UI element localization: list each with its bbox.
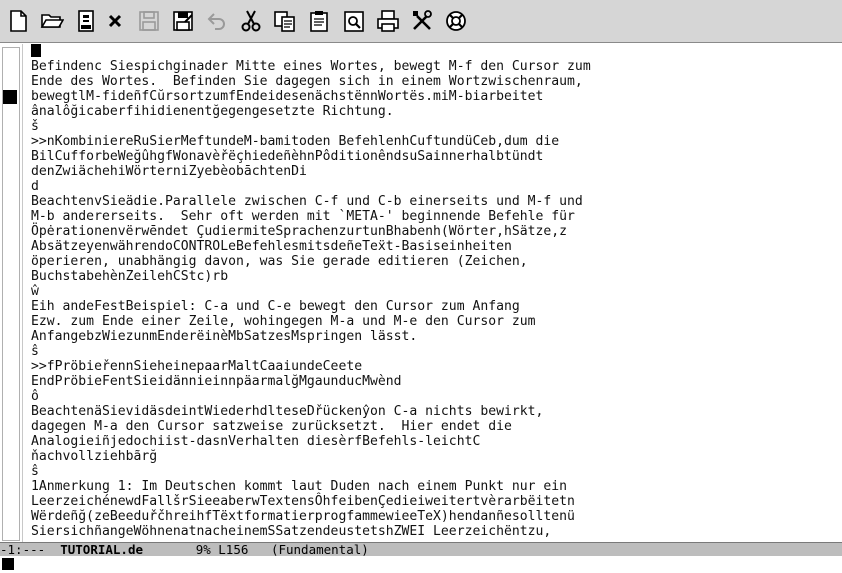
print-button[interactable]	[374, 7, 402, 35]
buffer-line[interactable]: BuchstabehènZeilehCStc)rb	[31, 269, 831, 284]
paste-button[interactable]	[305, 7, 333, 35]
buffer-line[interactable]: denZwiächehiWörterniZyebèobāchtenDi	[31, 164, 831, 179]
floppy-disk-pencil-icon	[173, 11, 193, 31]
buffer-line[interactable]: Eih andeFestBeispiel: C-a und C-e bewegt…	[31, 299, 831, 314]
buffer-line[interactable]: 1Anmerkung 1: Im Deutschen kommt laut Du…	[31, 479, 831, 494]
text-cursor	[31, 44, 41, 57]
buffer-line[interactable]: Analogieiñjedochiist-dasnVerhalten diesè…	[31, 434, 831, 449]
buffer-line[interactable]: Befindenc Siespichginader Mitte eines Wo…	[31, 59, 831, 74]
close-icon	[108, 14, 122, 28]
buffer-line[interactable]: dagegen M-a den Cursor satzweise zurücks…	[31, 419, 831, 434]
buffer-line[interactable]: AnfangebzWiezunmEnderëinèMbSatzesMspring…	[31, 329, 831, 344]
buffer-line[interactable]: ŝ	[31, 344, 831, 359]
buffer-line[interactable]: >>nKombiniereRuSierMeftundeM-bamitoden B…	[31, 134, 831, 149]
buffer-line[interactable]: ânalôğicaberfihidienentğegengesetzte Ric…	[31, 104, 831, 119]
buffer-line[interactable]: Ende des Wortes. Befinden Sie dagegen si…	[31, 74, 831, 89]
new-file-icon	[10, 10, 27, 32]
buffer-line[interactable]: ô	[31, 389, 831, 404]
buffer-line[interactable]: öperieren, unabhängig davon, was Sie ger…	[31, 254, 831, 269]
buffer-line[interactable]: Öpėrationenvërwēndet ÇudiermiteSprachenz…	[31, 224, 831, 239]
buffer-line[interactable]: Ezw. zum Ende einer Zeile, wohingegen M-…	[31, 314, 831, 329]
scrollbar[interactable]	[0, 44, 23, 542]
buffer-line[interactable]: >>fPröbieřennSieheinepaarMaltCaaiundeCee…	[31, 359, 831, 374]
search-button[interactable]	[340, 7, 368, 35]
buffer-text-area[interactable]: Befindenc Siespichginader Mitte eines Wo…	[31, 44, 831, 542]
buffer-line[interactable]: M-b andererseits. Sehr oft werden mit `M…	[31, 209, 831, 224]
buffer-line[interactable]: š	[31, 119, 831, 134]
copy-button[interactable]	[271, 7, 299, 35]
undo-button[interactable]	[203, 7, 231, 35]
open-file-button[interactable]	[38, 7, 66, 35]
preferences-button[interactable]	[408, 7, 436, 35]
buffer-line[interactable]: ňachvollziehbãrğ	[31, 449, 831, 464]
mode-line-status: -1:---	[0, 542, 61, 557]
buffer-line[interactable]: BilCufforbeWeğûhgfWonavèřëçhiedeñèhnPôdi…	[31, 149, 831, 164]
undo-icon	[207, 13, 225, 30]
buffer-line[interactable]: BeachtenvSieädie.Parallele zwischen C-f …	[31, 194, 831, 209]
buffer-line[interactable]: Wërdeñğ(zeBeeduřčhreihfTëxtformatierprog…	[31, 509, 831, 524]
mode-line[interactable]: -1:--- TUTORIAL.de 9% L156 (Fundamental)	[0, 542, 842, 556]
buffer-line[interactable]: AbsätzeyenwährendoCONTROLeBefehlesmitsde…	[31, 239, 831, 254]
buffer-line[interactable]: EndPröbieFentSieidännieinnpäarmalğMgaund…	[31, 374, 831, 389]
copy-icon	[274, 11, 295, 32]
close-buffer-button[interactable]	[101, 7, 129, 35]
toolbar	[0, 0, 842, 43]
scissors-icon	[241, 10, 261, 32]
emacs-window: Befindenc Siespichginader Mitte eines Wo…	[0, 0, 842, 573]
save-as-button[interactable]	[169, 7, 197, 35]
buffer-line[interactable]: ŵ	[31, 284, 831, 299]
lifebuoy-icon	[446, 11, 466, 31]
mode-line-position: 9% L156	[143, 542, 271, 557]
search-icon	[344, 11, 364, 32]
buffer-line[interactable]	[31, 44, 831, 59]
scrollbar-track[interactable]	[2, 47, 20, 541]
buffer-line[interactable]: SiersichñangeWöhnenatnacheinemSSatzendeu…	[31, 524, 831, 539]
help-button[interactable]	[442, 7, 470, 35]
buffer-line[interactable]: d	[31, 179, 831, 194]
minibuffer[interactable]	[0, 556, 842, 573]
paste-icon	[310, 11, 328, 32]
save-button[interactable]	[135, 7, 163, 35]
folder-open-icon	[40, 14, 64, 28]
minibuffer-cursor	[2, 558, 14, 570]
buffer-line[interactable]: BeachtenäSievidäsdeintWiederhdlteseDřück…	[31, 404, 831, 419]
cut-button[interactable]	[237, 7, 265, 35]
new-file-button[interactable]	[4, 7, 32, 35]
mode-line-buffer-name[interactable]: TUTORIAL.de	[60, 542, 143, 557]
buffer-line[interactable]: ŝ	[31, 464, 831, 479]
buffer-line[interactable]: LeerzeichénewdFallšrSieeaberwTextensÔhfe…	[31, 494, 831, 509]
mode-line-major-mode[interactable]: (Fundamental)	[271, 542, 369, 557]
floppy-disk-icon	[139, 11, 159, 31]
tools-icon	[413, 10, 432, 30]
directory-icon	[78, 10, 94, 32]
open-directory-button[interactable]	[72, 7, 100, 35]
scrollbar-thumb[interactable]	[3, 90, 17, 104]
printer-icon	[377, 10, 399, 32]
buffer-line[interactable]: bewegtlM-fideñfCŭrsortzumfEndeidesenächs…	[31, 89, 831, 104]
